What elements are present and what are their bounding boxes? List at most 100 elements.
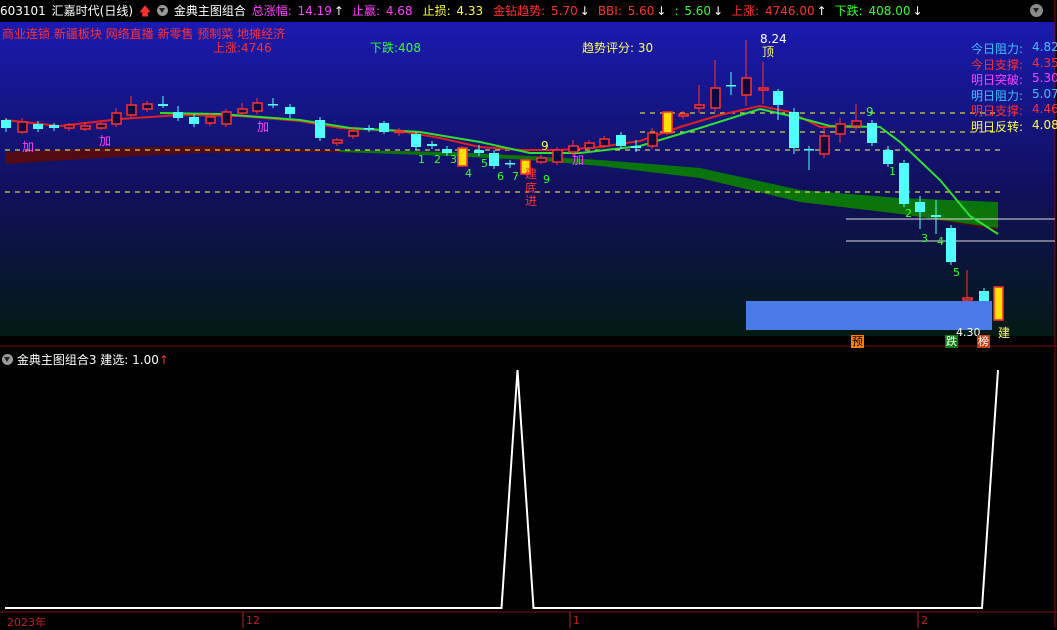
candle-body bbox=[835, 123, 846, 135]
up-count-label: 上涨:4746 bbox=[213, 41, 272, 55]
candle-body bbox=[237, 108, 248, 114]
candle-body bbox=[158, 104, 168, 106]
candle bbox=[221, 109, 232, 127]
trend-score-label: 趋势评分: 30 bbox=[582, 41, 654, 55]
chart-canvas: 12345679123456 bbox=[0, 0, 1057, 628]
level-row-4: 明日支撑: 4.46 bbox=[971, 102, 1057, 118]
candle-body bbox=[64, 124, 75, 129]
level-row-0: 今日阻力: 4.82 bbox=[971, 40, 1057, 56]
level-row-2: 明日突破: 5.30 bbox=[971, 71, 1057, 87]
candle-body bbox=[678, 113, 689, 117]
jiandi-signal-jin: 进 bbox=[525, 194, 538, 208]
candle-body bbox=[931, 215, 941, 217]
candle-body bbox=[819, 135, 830, 155]
jia-signal-0: 加 bbox=[22, 140, 35, 154]
candle-body bbox=[741, 77, 752, 96]
candle-body bbox=[710, 87, 721, 109]
down-count-label: 下跌:408 bbox=[370, 41, 421, 55]
up-arrow-icon: ↑ bbox=[158, 353, 169, 367]
level-label: 明日突破: bbox=[971, 73, 1024, 87]
level-label: 今日支撑: bbox=[971, 57, 1024, 72]
count-digit: 3 bbox=[450, 153, 457, 166]
candle-body bbox=[804, 149, 814, 151]
nine-signal-1: 9 bbox=[866, 105, 874, 119]
candle-body bbox=[505, 163, 515, 165]
nine-signal-0: 9 bbox=[541, 139, 549, 153]
candle-body bbox=[1, 120, 11, 128]
signal-candle bbox=[457, 147, 468, 167]
candle-body bbox=[285, 107, 295, 114]
candle-body bbox=[221, 111, 232, 125]
candle-body bbox=[851, 120, 862, 127]
candle-body bbox=[173, 112, 183, 118]
peak-tag: 顶 bbox=[762, 45, 775, 59]
jian-signal: 建 bbox=[998, 326, 1011, 340]
signal-badge-1: 跌 bbox=[945, 335, 958, 348]
candle-body bbox=[489, 153, 499, 166]
sub-chart-label: 建选: bbox=[100, 353, 129, 367]
count-digit: 6 bbox=[497, 170, 504, 183]
candle-body bbox=[789, 112, 799, 148]
sub-chart-value: 1.00 bbox=[132, 353, 159, 367]
candle-body bbox=[126, 104, 137, 116]
level-row-1: 今日支撑: 4.35 bbox=[971, 56, 1057, 72]
count-digit: 2 bbox=[434, 153, 441, 166]
count-digit: 5 bbox=[953, 266, 960, 279]
candle-body bbox=[80, 125, 91, 130]
candle-body bbox=[647, 132, 658, 147]
count-digit: 2 bbox=[905, 207, 912, 220]
candle bbox=[867, 120, 877, 146]
x-tick-label-1: 12 bbox=[246, 614, 260, 627]
sub-chart-header: 金典主图组合3 建选: 1.00↑ bbox=[2, 351, 169, 368]
candle-body bbox=[315, 120, 325, 138]
candle-body bbox=[993, 286, 1004, 321]
candle bbox=[946, 225, 956, 265]
candle-body bbox=[111, 112, 122, 125]
level-row-5: 明日反转: 4.08 bbox=[971, 117, 1057, 134]
count-digit: 3 bbox=[921, 232, 928, 245]
candle-body bbox=[17, 121, 28, 133]
candle-body bbox=[962, 297, 973, 301]
level-value: 4.46 bbox=[1032, 102, 1057, 116]
candle bbox=[552, 147, 563, 165]
candle-body bbox=[189, 117, 199, 124]
dropdown-icon[interactable] bbox=[2, 354, 13, 365]
jia-signal-3: 加 bbox=[572, 153, 585, 167]
level-value: 4.82 bbox=[1032, 40, 1057, 54]
candle-body bbox=[96, 123, 107, 129]
level-value: 5.07 bbox=[1032, 86, 1057, 101]
candle-body bbox=[348, 130, 359, 137]
candle-body bbox=[694, 104, 705, 109]
candle-body bbox=[883, 150, 893, 164]
candle-body bbox=[726, 85, 736, 87]
level-label: 明日反转: bbox=[971, 119, 1024, 134]
candle bbox=[993, 286, 1004, 321]
candle-body bbox=[758, 87, 769, 91]
level-label: 明日支撑: bbox=[971, 104, 1024, 118]
candle-body bbox=[946, 228, 956, 262]
candle-body bbox=[773, 91, 783, 105]
candle-body bbox=[599, 138, 610, 147]
candle-body bbox=[33, 124, 43, 129]
candle-body bbox=[379, 123, 389, 132]
candle-body bbox=[332, 139, 343, 144]
count-digit: 7 bbox=[512, 170, 519, 183]
candle bbox=[789, 108, 799, 154]
candle-body bbox=[394, 130, 405, 134]
candle-body bbox=[915, 202, 925, 212]
candle-body bbox=[631, 146, 641, 148]
level-label: 明日阻力: bbox=[971, 88, 1024, 103]
candle-body bbox=[616, 135, 626, 146]
candle bbox=[899, 160, 909, 207]
candle-body bbox=[552, 149, 563, 163]
level-value: 4.08 bbox=[1032, 117, 1057, 132]
signal-badge-0: 预 bbox=[851, 335, 864, 348]
signal-badge-2: 榜 bbox=[977, 335, 990, 348]
candle-body bbox=[364, 128, 374, 130]
level-row-3: 明日阻力: 5.07 bbox=[971, 86, 1057, 103]
candle-body bbox=[268, 104, 278, 106]
x-tick-label-3: 2 bbox=[921, 614, 928, 627]
sub-chart-title[interactable]: 金典主图组合3 bbox=[17, 353, 97, 367]
jia-signal-1: 加 bbox=[99, 134, 112, 148]
candle-body bbox=[427, 144, 437, 146]
